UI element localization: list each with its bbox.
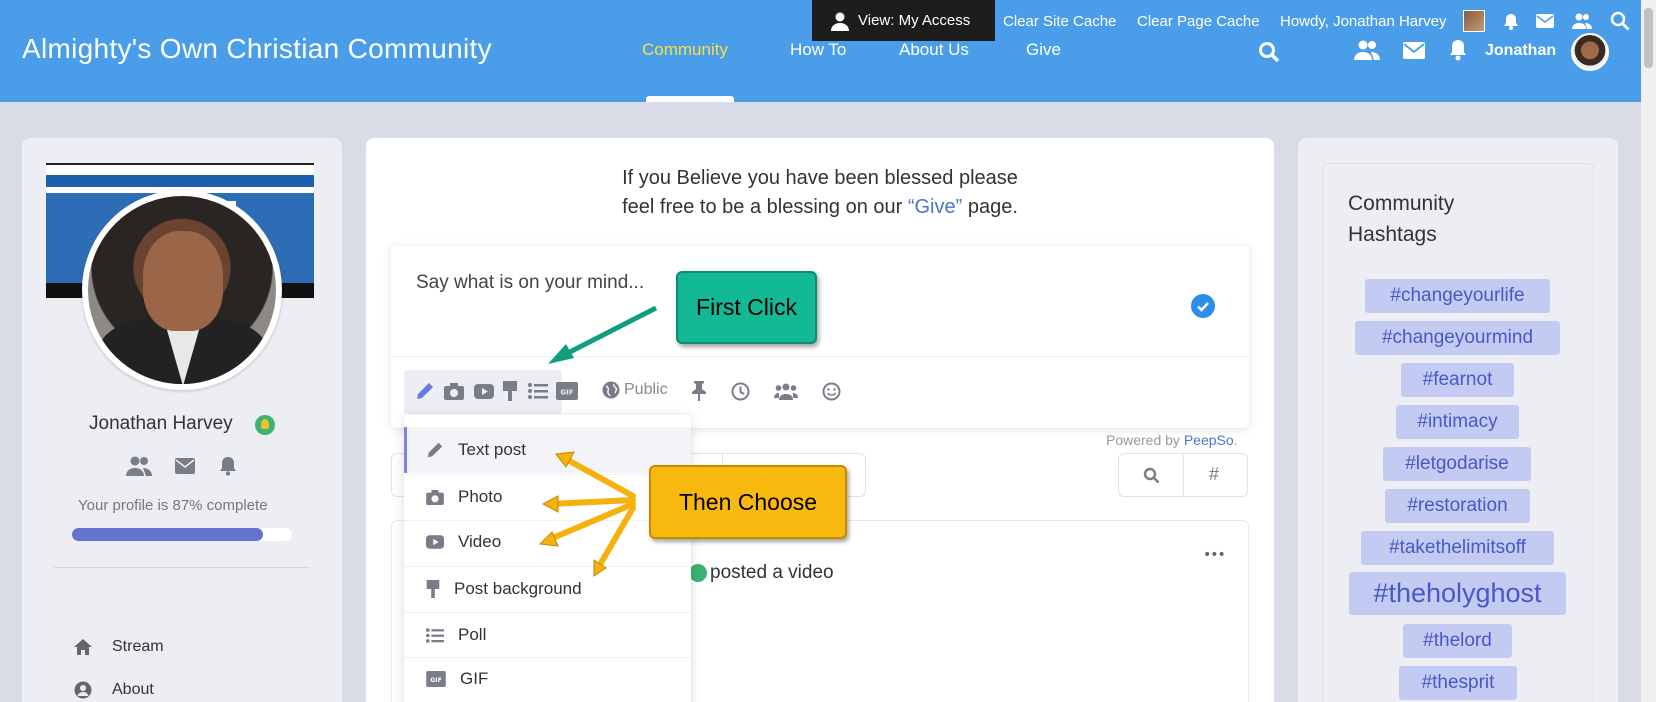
post-type-photo[interactable]: Photo [404, 474, 691, 520]
howdy-link[interactable]: Howdy, Jonathan Harvey [1280, 13, 1446, 30]
profile-badge-icon [255, 415, 275, 435]
hashtag-intimacy[interactable]: #intimacy [1396, 405, 1519, 439]
gif-icon[interactable]: GIF [556, 382, 578, 400]
hashtag-filter-icon[interactable]: # [1209, 464, 1219, 485]
notifications-icon[interactable] [1449, 39, 1467, 61]
composer-input[interactable]: Say what is on your mind... [416, 272, 644, 294]
first-click-callout: First Click [676, 271, 817, 344]
profile-completion-fill [72, 528, 264, 541]
pencil-icon [427, 442, 443, 458]
emoji-icon[interactable] [822, 382, 841, 401]
privacy-label: Public [624, 381, 668, 398]
hashtag-restoration[interactable]: #restoration [1385, 489, 1530, 523]
group-icon[interactable] [774, 383, 798, 400]
search-icon[interactable] [1258, 41, 1280, 63]
profile-avatar[interactable] [82, 190, 282, 390]
youtube-icon[interactable] [474, 384, 494, 399]
blessing-line-2: feel free to be a blessing on our “Give”… [622, 196, 1018, 218]
nav-how-to[interactable]: How To [790, 40, 846, 60]
post-type-text[interactable]: Text post [404, 427, 691, 473]
post-type-background[interactable]: Post background [404, 566, 691, 612]
powered-by: Powered by PeepSo. [1106, 432, 1238, 448]
stream-search-box: # [1118, 453, 1248, 497]
hashtag-changeyourlife[interactable]: #changeyourlife [1365, 279, 1550, 313]
messages-icon[interactable] [1403, 42, 1425, 59]
pencil-icon[interactable] [415, 381, 435, 401]
brush-icon[interactable] [503, 381, 517, 401]
check-icon [1197, 302, 1209, 312]
list-icon [426, 627, 444, 643]
user-circle-icon [74, 681, 92, 699]
blessing-message: If you Believe you have been blessed ple… [366, 164, 1274, 222]
brush-icon [426, 580, 440, 598]
header-user-avatar[interactable] [1571, 33, 1609, 71]
list-icon[interactable] [528, 383, 548, 399]
gif-icon: GIF [426, 671, 446, 687]
clock-icon[interactable] [731, 382, 750, 401]
composer-divider [391, 356, 1249, 357]
admin-friends-icon[interactable] [1571, 13, 1593, 29]
admin-view-label: View: My Access [858, 12, 971, 29]
admin-view-access[interactable]: View: My Access [812, 0, 995, 41]
camera-icon[interactable] [444, 383, 464, 400]
post-type-gif[interactable]: GIF GIF [404, 656, 691, 702]
hashtag-thesprit[interactable]: #thesprit [1399, 666, 1517, 700]
then-choose-callout: Then Choose [649, 465, 847, 539]
peepso-link[interactable]: PeepSo [1184, 432, 1234, 448]
profile-message-icon[interactable] [175, 458, 195, 474]
hashtag-changeyourmind[interactable]: #changeyourmind [1355, 321, 1560, 355]
nav-about-us[interactable]: About Us [899, 40, 969, 60]
post-type-video[interactable]: Video [404, 519, 691, 565]
hashtag-theholyghost[interactable]: #theholyghost [1349, 572, 1566, 615]
video-icon [426, 535, 444, 549]
pin-icon[interactable] [691, 381, 707, 401]
stream-search-icon[interactable] [1143, 467, 1160, 484]
hashtag-thelord[interactable]: #thelord [1403, 624, 1512, 658]
privacy-selector[interactable]: Public [602, 381, 668, 399]
sidebar-item-label: About [112, 681, 154, 698]
post-type-poll[interactable]: Poll [404, 612, 691, 658]
profile-divider [54, 567, 310, 568]
blessing-line-1: If you Believe you have been blessed ple… [622, 167, 1018, 189]
friends-icon[interactable] [1354, 40, 1380, 60]
svg-text:GIF: GIF [560, 389, 573, 397]
sidebar-item-stream[interactable]: Stream [74, 638, 164, 656]
post-action-text: posted a video [710, 562, 834, 583]
sidebar-item-about[interactable]: About [74, 681, 154, 699]
admin-bell-icon[interactable] [1503, 13, 1519, 30]
admin-mail-icon[interactable] [1536, 14, 1554, 28]
composer-check-button[interactable] [1191, 294, 1215, 318]
profile-friends-icon[interactable] [126, 456, 152, 476]
post-more-icon[interactable]: ••• [1203, 547, 1226, 563]
nav-community[interactable]: Community [642, 40, 728, 60]
admin-search-icon[interactable] [1610, 11, 1630, 31]
hashtag-letgodarise[interactable]: #letgodarise [1383, 447, 1531, 481]
hashtags-title: Community Hashtags [1348, 192, 1455, 246]
give-link[interactable]: “Give” [908, 196, 962, 218]
scrollbar-thumb[interactable] [1644, 8, 1653, 68]
profile-bell-icon[interactable] [219, 456, 237, 476]
clear-page-cache-link[interactable]: Clear Page Cache [1137, 13, 1260, 30]
admin-avatar[interactable] [1463, 10, 1485, 32]
profile-completion-bar [72, 528, 292, 541]
nav-give[interactable]: Give [1026, 40, 1061, 60]
profile-name[interactable]: Jonathan Harvey [89, 413, 233, 435]
camera-icon [426, 489, 444, 505]
site-title[interactable]: Almighty's Own Christian Community [22, 33, 492, 65]
svg-text:GIF: GIF [430, 677, 442, 684]
post-author-badge-icon [689, 564, 707, 582]
sidebar-item-label: Stream [112, 638, 164, 655]
nav-active-indicator [646, 96, 734, 102]
clear-site-cache-link[interactable]: Clear Site Cache [1003, 13, 1116, 30]
hashtag-takethelimitsoff[interactable]: #takethelimitsoff [1361, 531, 1554, 565]
hashtag-fearnot[interactable]: #fearnot [1401, 363, 1514, 397]
home-icon [74, 639, 92, 655]
user-icon [831, 12, 849, 31]
profile-completion-text: Your profile is 87% complete [78, 497, 268, 514]
globe-icon [602, 381, 620, 399]
page-scrollbar[interactable] [1641, 0, 1656, 702]
header-user-name[interactable]: Jonathan [1485, 42, 1556, 60]
